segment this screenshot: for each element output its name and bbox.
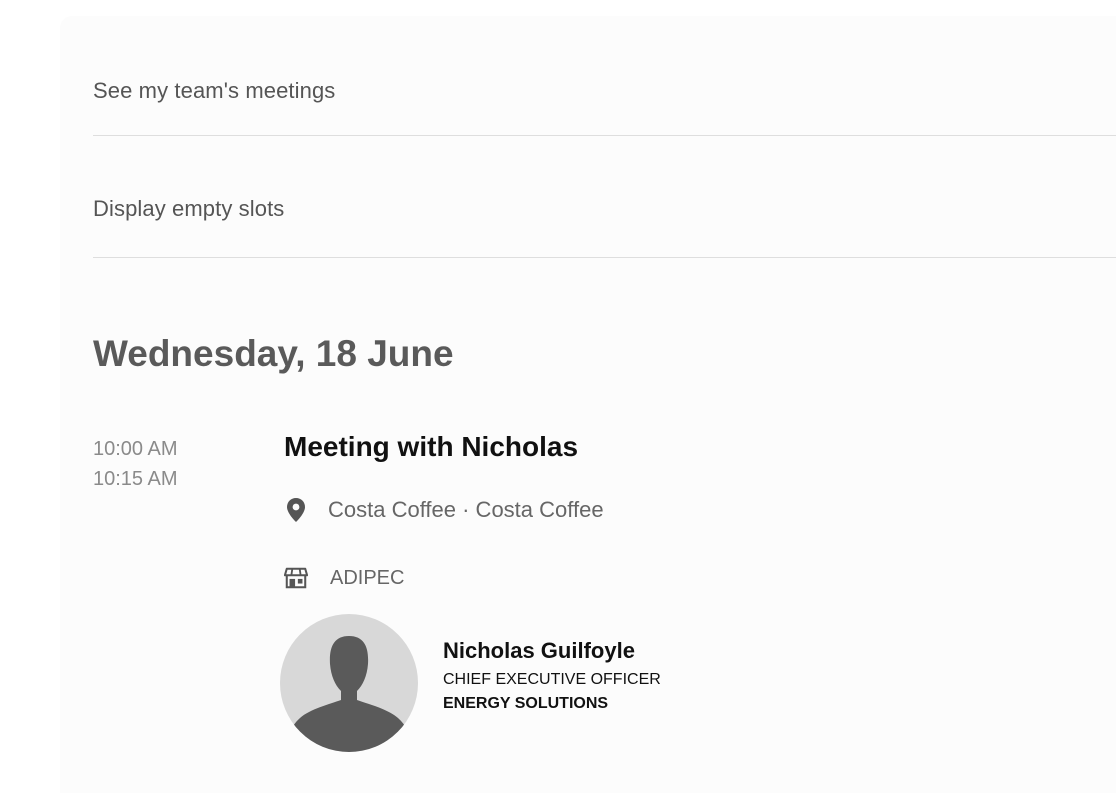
date-heading: Wednesday, 18 June <box>93 333 454 374</box>
meeting-title[interactable]: Meeting with Nicholas <box>284 427 578 467</box>
meeting-start-time: 10:00 AM <box>93 438 178 460</box>
attendee-avatar[interactable] <box>280 614 418 752</box>
empty-slots-toggle[interactable]: Display empty slots <box>93 161 1116 258</box>
meeting-event: ADIPEC <box>284 564 404 592</box>
booth-icon <box>284 564 308 592</box>
attendee-name[interactable]: Nicholas Guilfoyle <box>443 636 661 666</box>
meeting-location: Costa Coffee · Costa Coffee <box>284 496 604 524</box>
attendee-info: Nicholas Guilfoyle CHIEF EXECUTIVE OFFIC… <box>443 636 661 716</box>
attendee-role: CHIEF EXECUTIVE OFFICER <box>443 671 661 688</box>
attendee-company: ENERGY SOLUTIONS <box>443 695 609 712</box>
meeting-event-text: ADIPEC <box>330 566 405 589</box>
team-meetings-label: See my team's meetings <box>93 77 336 103</box>
empty-slots-label: Display empty slots <box>93 196 285 221</box>
default-avatar-icon <box>285 636 413 752</box>
meeting-time-range: 10:00 AM 10:15 AM <box>93 434 178 494</box>
meeting-location-text: Costa Coffee · Costa Coffee <box>328 497 604 522</box>
meeting-end-time: 10:15 AM <box>93 468 178 490</box>
team-meetings-toggle[interactable]: See my team's meetings <box>93 46 1116 136</box>
map-pin-icon <box>284 496 308 524</box>
meetings-panel: See my team's meetings Display empty slo… <box>60 16 1116 793</box>
